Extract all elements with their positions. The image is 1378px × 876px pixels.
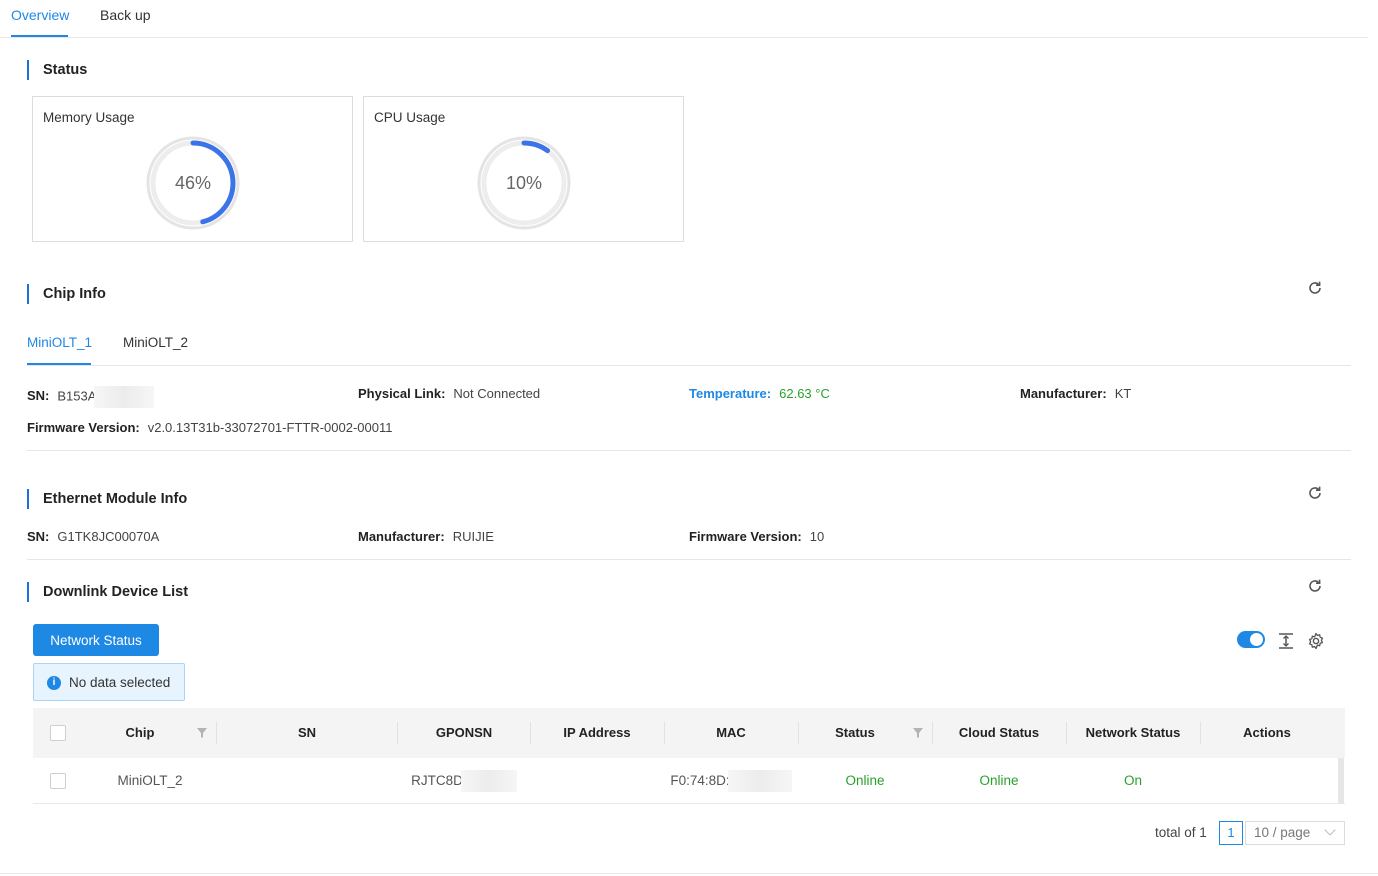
network-status-button[interactable]: Network Status bbox=[33, 624, 159, 656]
temperature-label: Temperature: bbox=[689, 386, 772, 401]
column-header-network-status[interactable]: Network Status bbox=[1066, 708, 1200, 758]
divider bbox=[27, 365, 1351, 366]
table-row[interactable]: MiniOLT_2 RJTC8D F0:74:8D: Online Online… bbox=[33, 758, 1345, 804]
divider bbox=[0, 873, 1378, 874]
cell-network-status: On bbox=[1123, 773, 1142, 788]
active-tab-indicator bbox=[11, 35, 68, 37]
column-header-status[interactable]: Status bbox=[798, 708, 912, 758]
page-size-value: 10 / page bbox=[1254, 825, 1311, 840]
refresh-icon[interactable] bbox=[1306, 577, 1324, 595]
memory-usage-card: Memory Usage 46% bbox=[32, 96, 353, 242]
chevron-down-icon bbox=[1324, 824, 1336, 836]
column-header-chip[interactable]: Chip bbox=[83, 708, 197, 758]
select-all-checkbox[interactable] bbox=[50, 725, 66, 741]
cell-cloud-status: Online bbox=[979, 773, 1019, 788]
toggle-knob bbox=[1250, 633, 1263, 646]
firmware-label: Firmware Version: bbox=[27, 420, 140, 435]
ethernet-sn-label: SN: bbox=[27, 529, 50, 544]
cell-gponsn: RJTC8D bbox=[397, 758, 531, 804]
tab-overview[interactable]: Overview bbox=[11, 7, 69, 23]
status-section-title: Status bbox=[27, 60, 87, 80]
ethernet-sn: SN: G1TK8JC00070A bbox=[27, 529, 159, 544]
memory-usage-value: 46% bbox=[174, 173, 212, 193]
downlink-section-title: Downlink Device List bbox=[27, 582, 188, 602]
ethernet-firmware-value: 10 bbox=[809, 529, 825, 544]
top-tabs: Overview Back up bbox=[0, 0, 1368, 38]
ethernet-manufacturer: Manufacturer: RUIJIE bbox=[358, 529, 494, 544]
manufacturer-label: Manufacturer: bbox=[1020, 386, 1107, 401]
ethernet-sn-value: G1TK8JC00070A bbox=[57, 529, 160, 544]
physical-link-label: Physical Link: bbox=[358, 386, 446, 401]
column-header-actions: Actions bbox=[1243, 725, 1291, 740]
ethernet-firmware-label: Firmware Version: bbox=[689, 529, 802, 544]
column-header-cloud-status[interactable]: Cloud Status bbox=[932, 708, 1066, 758]
chip-manufacturer: Manufacturer: KT bbox=[1020, 386, 1131, 401]
pagination-total: total of 1 bbox=[1155, 825, 1207, 840]
pagination-page-1[interactable]: 1 bbox=[1219, 821, 1243, 845]
cpu-usage-label: CPU Usage bbox=[374, 110, 446, 125]
cell-ip-address bbox=[530, 758, 664, 804]
column-height-icon[interactable] bbox=[1277, 632, 1295, 650]
chip-firmware: Firmware Version: v2.0.13T31b-33072701-FT… bbox=[27, 420, 392, 435]
temperature-value: 62.63 °C bbox=[779, 386, 830, 401]
divider bbox=[27, 450, 1351, 451]
redaction-mask bbox=[94, 386, 155, 408]
column-header-sn[interactable]: SN bbox=[217, 708, 397, 758]
table-header: Chip SN GPONSN IP Address MAC Status Clo… bbox=[33, 708, 1345, 758]
ethernet-firmware: Firmware Version: 10 bbox=[689, 529, 824, 544]
info-icon: i bbox=[47, 676, 61, 690]
column-header-ip-address[interactable]: IP Address bbox=[530, 708, 664, 758]
chip-physical-link: Physical Link: Not Connected bbox=[358, 386, 540, 401]
firmware-value: v2.0.13T31b-33072701-FTTR-0002-00011 bbox=[147, 420, 393, 435]
column-header-mac[interactable]: MAC bbox=[664, 708, 798, 758]
selection-info-alert: i No data selected bbox=[33, 663, 185, 701]
no-data-selected-text: No data selected bbox=[69, 675, 171, 690]
memory-usage-gauge: 46% bbox=[145, 135, 241, 231]
redaction-mask bbox=[727, 770, 792, 793]
cpu-usage-card: CPU Usage 10% bbox=[363, 96, 684, 242]
cell-mac: F0:74:8D: bbox=[664, 758, 798, 804]
ethernet-manufacturer-value: RUIJIE bbox=[452, 529, 494, 544]
divider bbox=[27, 559, 1351, 560]
cell-mac-text: F0:74:8D: bbox=[670, 773, 730, 788]
ethernet-manufacturer-label: Manufacturer: bbox=[358, 529, 445, 544]
filter-icon[interactable] bbox=[912, 727, 924, 739]
tab-backup[interactable]: Back up bbox=[100, 7, 151, 23]
column-header-gponsn[interactable]: GPONSN bbox=[397, 708, 531, 758]
row-checkbox[interactable] bbox=[50, 773, 66, 789]
display-toggle[interactable] bbox=[1237, 631, 1265, 648]
cell-status: Online bbox=[845, 773, 885, 788]
table-scrollbar[interactable] bbox=[1338, 758, 1344, 804]
ethernet-section-title: Ethernet Module Info bbox=[27, 489, 187, 509]
cell-sn bbox=[217, 758, 397, 804]
cell-gponsn-text: RJTC8D bbox=[411, 773, 463, 788]
manufacturer-value: KT bbox=[1114, 386, 1132, 401]
refresh-icon[interactable] bbox=[1306, 279, 1324, 297]
filter-icon[interactable] bbox=[196, 727, 208, 739]
tab-miniolt-2[interactable]: MiniOLT_2 bbox=[123, 335, 188, 350]
cell-chip: MiniOLT_2 bbox=[117, 773, 183, 788]
chip-sn: SN: B153A bbox=[27, 386, 155, 408]
refresh-icon[interactable] bbox=[1306, 484, 1324, 502]
cell-actions bbox=[1200, 758, 1334, 804]
memory-usage-label: Memory Usage bbox=[43, 110, 135, 125]
gear-icon[interactable] bbox=[1307, 632, 1325, 650]
chip-sn-value: B153A bbox=[57, 388, 97, 404]
page-size-select[interactable]: 10 / page bbox=[1245, 821, 1345, 845]
cpu-usage-gauge: 10% bbox=[476, 135, 572, 231]
physical-link-value: Not Connected bbox=[453, 386, 541, 401]
chip-sn-label: SN: bbox=[27, 388, 50, 404]
chip-info-section-title: Chip Info bbox=[27, 284, 106, 304]
tab-miniolt-1[interactable]: MiniOLT_1 bbox=[27, 335, 92, 350]
redaction-mask bbox=[460, 770, 517, 793]
cpu-usage-value: 10% bbox=[505, 173, 543, 193]
chip-temperature: Temperature: 62.63 °C bbox=[689, 386, 830, 401]
